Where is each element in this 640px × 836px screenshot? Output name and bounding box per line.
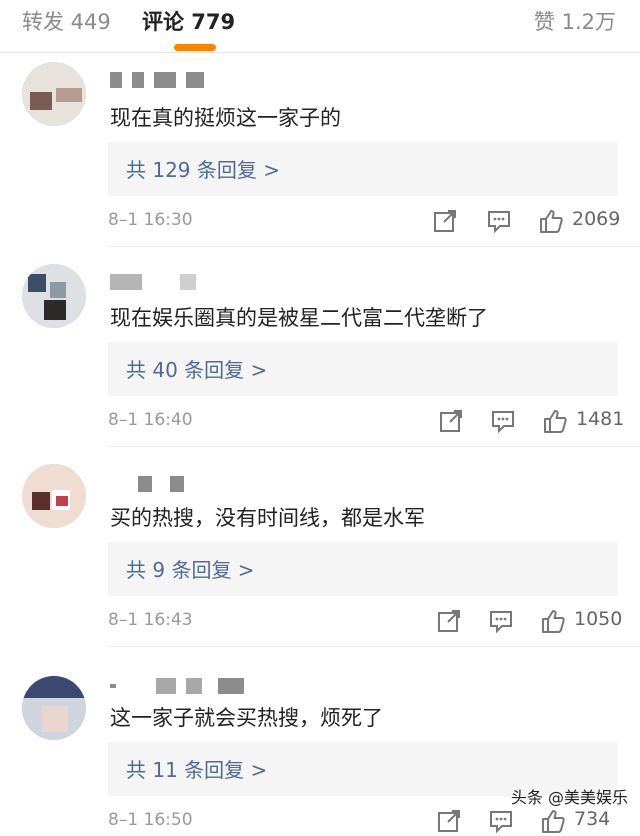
share-icon[interactable] xyxy=(432,208,458,234)
avatar[interactable] xyxy=(22,676,86,740)
comment-meta: 8–1 16:30 2069 xyxy=(0,206,640,236)
like-count: 1481 xyxy=(576,408,625,430)
comment-icon[interactable] xyxy=(490,408,516,434)
comment-text: 这一家子就会买热搜，烦死了 xyxy=(110,706,383,730)
comment-text: 现在娱乐圈真的是被星二代富二代垄断了 xyxy=(110,306,488,330)
replies-label: 共 9 条回复 > xyxy=(126,558,255,582)
comment-icon[interactable] xyxy=(486,208,512,234)
replies-button[interactable]: 共 9 条回复 > xyxy=(108,542,618,596)
like-count: 1050 xyxy=(574,608,623,630)
comment-meta: 8–1 16:50 734 xyxy=(0,806,640,836)
comment-icon[interactable] xyxy=(488,808,514,834)
replies-button[interactable]: 共 129 条回复 > xyxy=(108,142,618,196)
tab-likes[interactable]: 赞 1.2万 xyxy=(534,6,616,36)
comment-item: 现在娱乐圈真的是被星二代富二代垄断了 共 40 条回复 > 8–1 16:40 … xyxy=(0,262,640,452)
share-icon[interactable] xyxy=(436,608,462,634)
timestamp: 8–1 16:50 xyxy=(108,810,193,830)
replies-label: 共 11 条回复 > xyxy=(126,758,268,782)
divider xyxy=(108,646,640,647)
avatar[interactable] xyxy=(22,264,86,328)
timestamp: 8–1 16:30 xyxy=(108,210,193,230)
comment-text: 现在真的挺烦这一家子的 xyxy=(110,106,341,130)
comment-text: 买的热搜，没有时间线，都是水军 xyxy=(110,506,425,530)
thumbs-up-icon[interactable] xyxy=(540,608,566,634)
avatar[interactable] xyxy=(22,62,86,126)
replies-label: 共 40 条回复 > xyxy=(126,358,268,382)
comment-meta: 8–1 16:40 1481 xyxy=(0,406,640,436)
like-count: 2069 xyxy=(572,208,621,230)
username[interactable] xyxy=(110,72,214,90)
share-icon[interactable] xyxy=(436,808,462,834)
username[interactable] xyxy=(110,274,206,292)
like-count: 734 xyxy=(574,808,611,830)
active-tab-indicator xyxy=(174,44,216,51)
divider xyxy=(108,446,640,447)
thumbs-up-icon[interactable] xyxy=(540,808,566,834)
thumbs-up-icon[interactable] xyxy=(538,208,564,234)
comment-item: 现在真的挺烦这一家子的 共 129 条回复 > 8–1 16:30 2069 xyxy=(0,62,640,252)
timestamp: 8–1 16:40 xyxy=(108,410,193,430)
tab-comments[interactable]: 评论 779 xyxy=(142,6,235,36)
tab-repost[interactable]: 转发 449 xyxy=(22,6,111,36)
comment-item: 买的热搜，没有时间线，都是水军 共 9 条回复 > 8–1 16:43 1050 xyxy=(0,462,640,652)
username[interactable] xyxy=(110,678,254,696)
thumbs-up-icon[interactable] xyxy=(542,408,568,434)
comment-tabs: 转发 449 评论 779 赞 1.2万 xyxy=(0,0,640,53)
replies-button[interactable]: 共 40 条回复 > xyxy=(108,342,618,396)
timestamp: 8–1 16:43 xyxy=(108,610,193,630)
share-icon[interactable] xyxy=(438,408,464,434)
avatar[interactable] xyxy=(22,464,86,528)
divider xyxy=(108,246,640,247)
watermark: 头条 @美美娱乐 xyxy=(510,788,628,807)
comment-meta: 8–1 16:43 1050 xyxy=(0,606,640,636)
username[interactable] xyxy=(110,476,194,494)
replies-label: 共 129 条回复 > xyxy=(126,158,281,182)
comment-icon[interactable] xyxy=(488,608,514,634)
